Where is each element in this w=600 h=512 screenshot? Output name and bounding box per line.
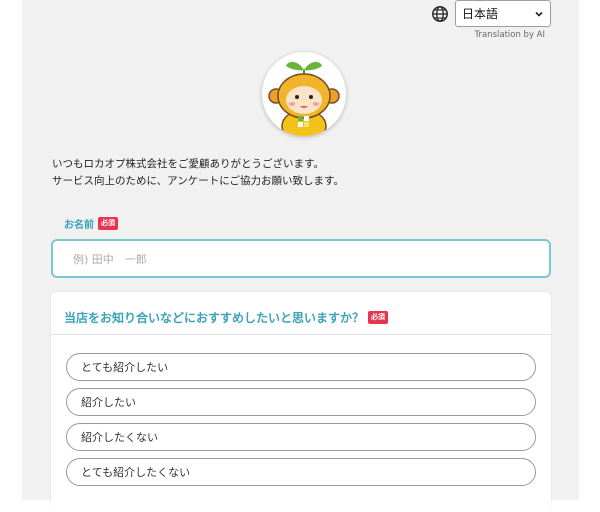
required-badge: 必須: [368, 311, 389, 324]
required-badge: 必須: [98, 217, 118, 230]
option-likely[interactable]: 紹介したい: [66, 388, 536, 416]
option-label: とても紹介したい: [81, 361, 169, 374]
name-field-label: お名前 必須: [64, 216, 118, 231]
chevron-down-icon: [535, 11, 543, 17]
question-title-text: 当店をお知り合いなどにおすすめしたいと思いますか？: [64, 311, 365, 325]
name-input-placeholder: 例) 田中 一郎: [73, 252, 147, 266]
language-select[interactable]: 日本語: [455, 0, 551, 27]
name-label-text: お名前: [64, 220, 94, 231]
language-switcher: 日本語: [431, 0, 551, 27]
question-divider: [51, 334, 551, 335]
question-card: 当店をお知り合いなどにおすすめしたいと思いますか？ 必須 とても紹介したい 紹介…: [51, 292, 551, 512]
mascot-logo: [262, 52, 346, 136]
intro-text: いつもロカオプ株式会社をご愛顧ありがとうございます。 サービス向上のために、アン…: [52, 156, 344, 190]
option-very-unlikely[interactable]: とても紹介したくない: [66, 458, 536, 486]
option-label: とても紹介したくない: [81, 466, 191, 479]
option-label: 紹介したくない: [81, 431, 158, 444]
language-select-value: 日本語: [462, 7, 499, 21]
name-input[interactable]: 例) 田中 一郎: [51, 239, 551, 278]
intro-line-1: いつもロカオプ株式会社をご愛顧ありがとうございます。: [52, 158, 324, 170]
globe-icon[interactable]: [431, 5, 449, 23]
question-title: 当店をお知り合いなどにおすすめしたいと思いますか？ 必須: [64, 309, 389, 326]
option-very-likely[interactable]: とても紹介したい: [66, 353, 536, 381]
option-label: 紹介したい: [81, 396, 136, 409]
survey-page: 日本語 Translation by AI いつもロカオプ株式会社をご愛顧ありが…: [22, 0, 579, 512]
intro-line-2: サービス向上のために、アンケートにご協力お願い致します。: [52, 175, 345, 187]
option-unlikely[interactable]: 紹介したくない: [66, 423, 536, 451]
translation-note: Translation by AI: [474, 30, 545, 40]
